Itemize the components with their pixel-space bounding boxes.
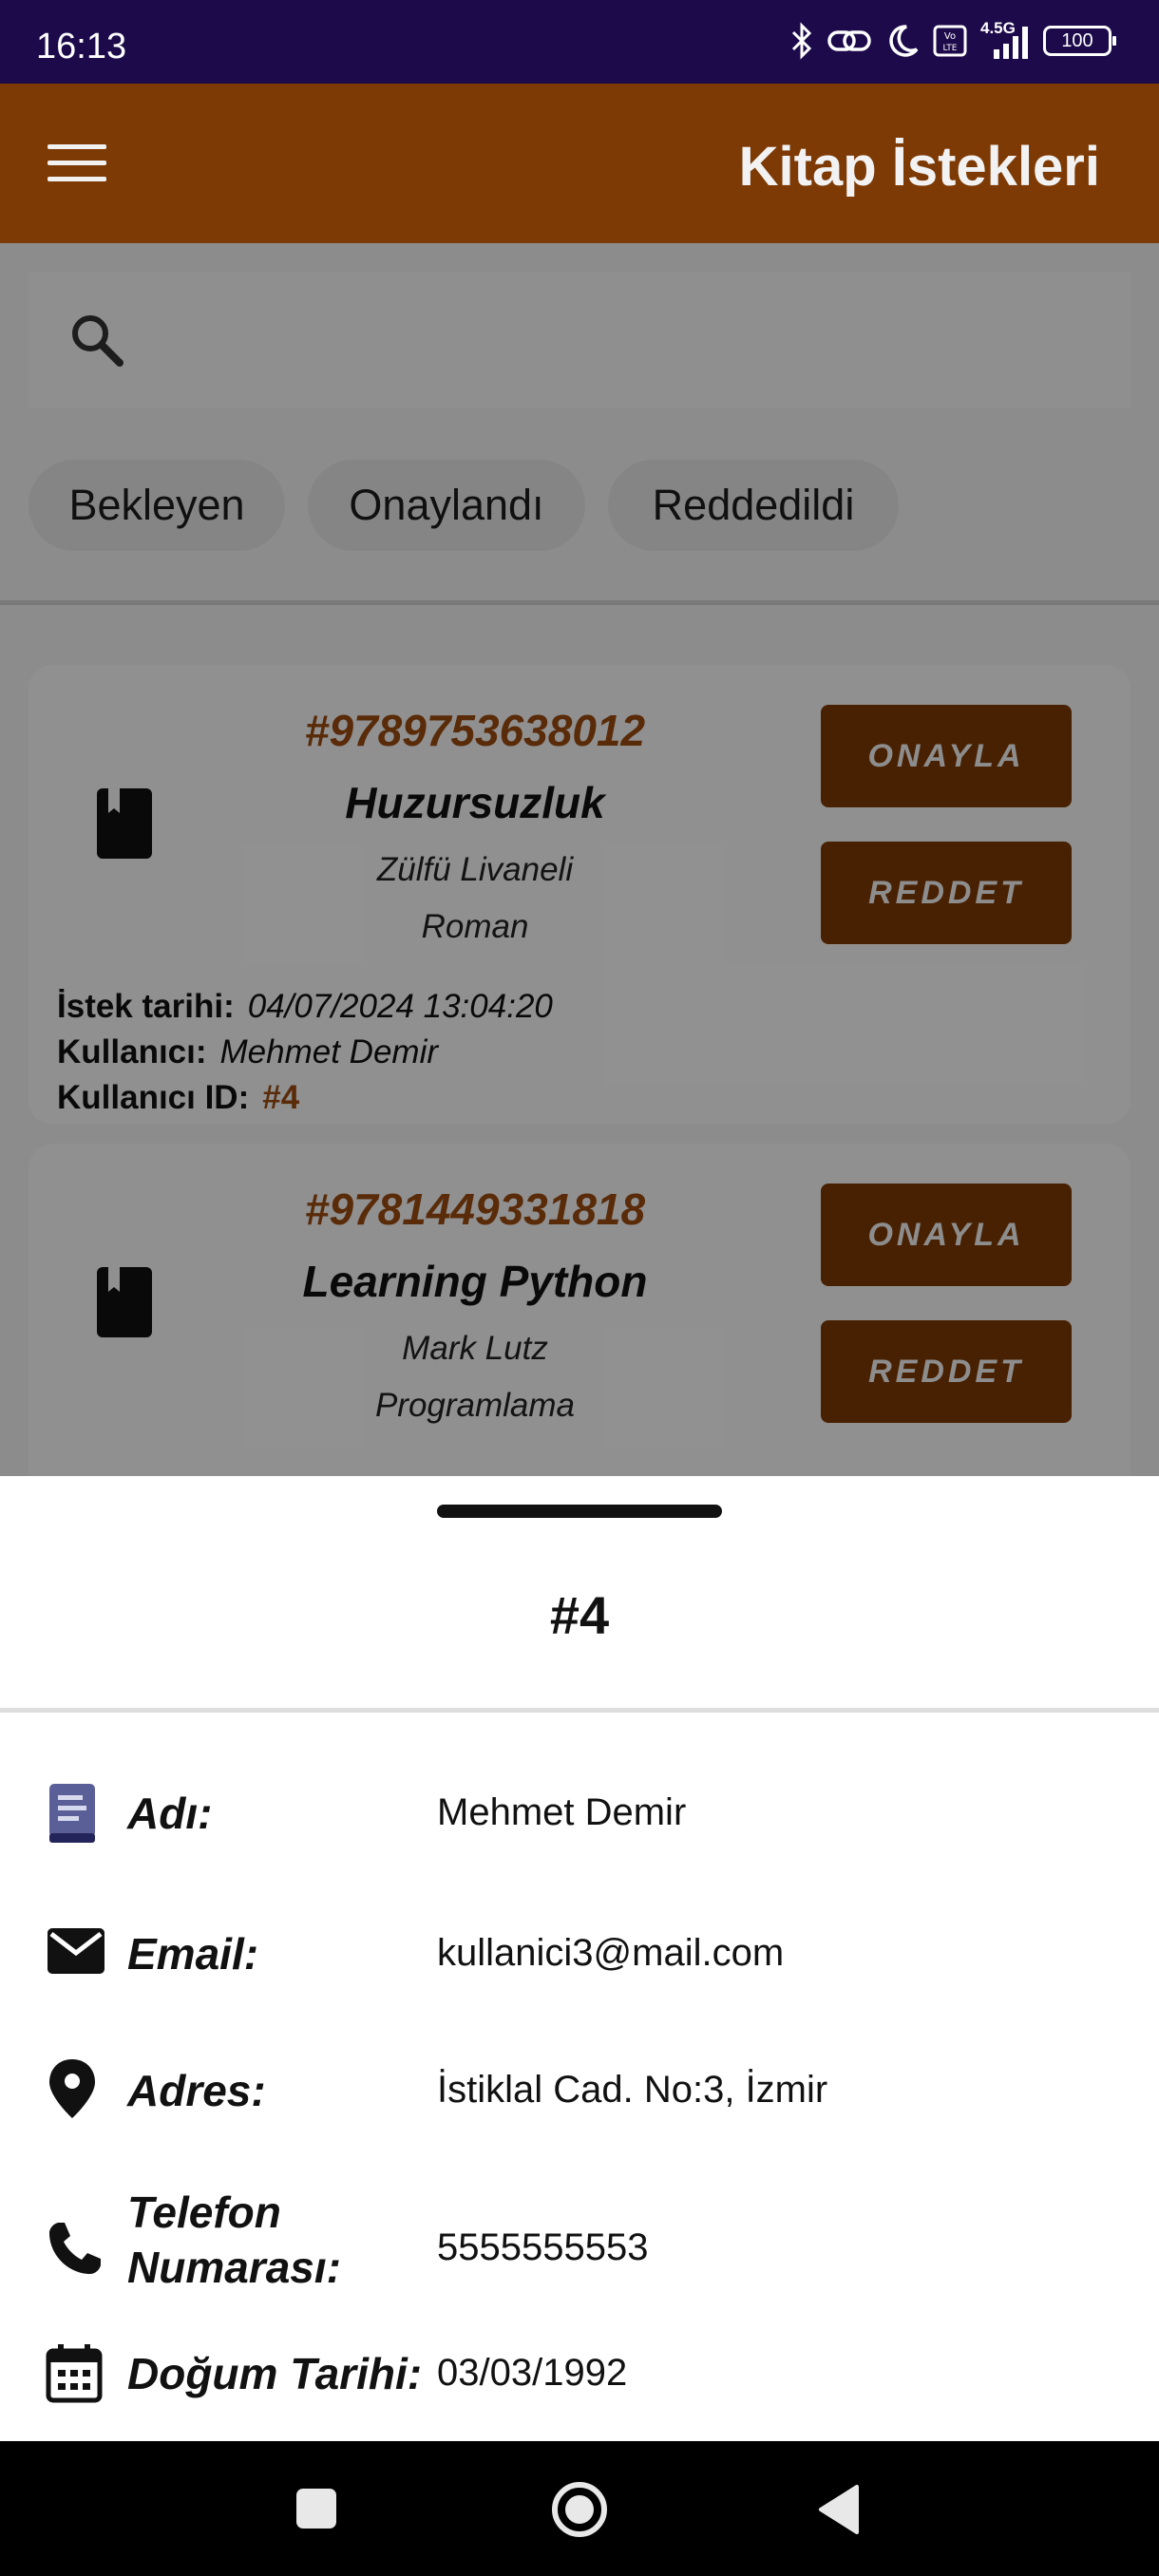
book-icon <box>49 1784 95 1843</box>
back-button[interactable] <box>815 2483 863 2536</box>
detail-label: Email: <box>127 1929 259 1979</box>
calendar-icon <box>46 2344 103 2403</box>
link-icon <box>827 30 871 51</box>
recents-button[interactable] <box>293 2485 340 2532</box>
detail-row-address: Adres: İstiklal Cad. No:3, İzmir <box>0 2057 1159 2137</box>
user-details-sheet: #4 Adı: Mehmet Demir Email: kullanici3@m… <box>0 1476 1159 2441</box>
moon-icon <box>889 25 919 57</box>
sheet-drag-handle[interactable] <box>437 1505 722 1518</box>
detail-value: İstiklal Cad. No:3, İzmir <box>437 2069 828 2111</box>
volte-icon: Vo LTE <box>933 25 967 57</box>
battery-icon: 100 <box>1043 26 1116 56</box>
hamburger-menu-icon[interactable] <box>48 144 106 182</box>
app-bar: Kitap İstekleri <box>0 84 1159 243</box>
signal-indicator: 4.5G <box>980 19 1030 61</box>
detail-row-birthdate: Doğum Tarihi: 03/03/1992 <box>0 2340 1159 2416</box>
detail-value: Mehmet Demir <box>437 1791 687 1833</box>
detail-label: Adres: <box>127 2066 266 2115</box>
page-title: Kitap İstekleri <box>738 136 1100 198</box>
sheet-divider <box>0 1708 1159 1713</box>
svg-text:Vo: Vo <box>944 31 956 42</box>
sheet-title: #4 <box>549 1585 610 1645</box>
svg-text:LTE: LTE <box>943 44 958 53</box>
detail-row-email: Email: kullanici3@mail.com <box>0 1921 1159 1997</box>
detail-value: 03/03/1992 <box>437 2352 628 2394</box>
bluetooth-icon <box>791 22 812 60</box>
detail-label: Telefon Numarası: <box>127 2188 341 2292</box>
detail-row-name: Adı: Mehmet Demir <box>0 1780 1159 1856</box>
detail-label: Adı: <box>127 1789 213 1838</box>
home-button[interactable] <box>549 2479 610 2540</box>
system-nav-bar <box>0 2441 1159 2576</box>
detail-value[interactable]: 5555555553 <box>437 2226 648 2269</box>
battery-level: 100 <box>1061 30 1093 51</box>
modal-scrim[interactable] <box>0 243 1159 1476</box>
detail-row-phone: Telefon Numarası: 5555555553 <box>0 2185 1159 2308</box>
detail-value[interactable]: kullanici3@mail.com <box>437 1932 784 1975</box>
detail-label: Doğum Tarihi: <box>127 2349 423 2398</box>
email-icon <box>48 1928 104 1974</box>
signal-icon <box>994 27 1028 59</box>
status-icons: Vo LTE 4.5G 100 <box>790 19 1116 63</box>
status-time: 16:13 <box>36 27 127 66</box>
status-bar: 16:13 Vo LTE 4.5G 100 <box>0 0 1159 84</box>
phone-icon <box>49 2223 101 2274</box>
location-pin-icon <box>49 2059 95 2118</box>
